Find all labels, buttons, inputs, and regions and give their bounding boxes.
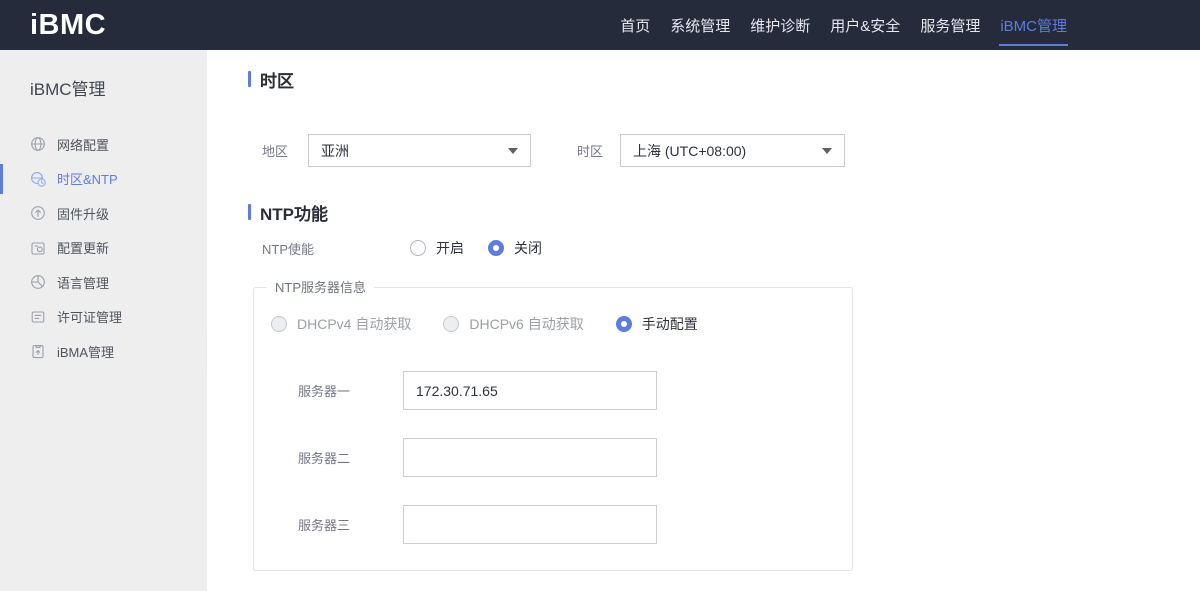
server-two-label: 服务器二 xyxy=(298,451,351,466)
radio-selected-icon xyxy=(615,316,632,332)
license-icon xyxy=(30,309,46,325)
nav-item-ibmc-management[interactable]: iBMC管理 xyxy=(999,0,1068,50)
timezone-select-value: 上海 (UTC+08:00) xyxy=(633,142,747,159)
server-one-label: 服务器一 xyxy=(298,384,351,399)
server-three-row: 服务器三 xyxy=(271,505,852,544)
sidebar-item-firmware-upgrade[interactable]: 固件升级 xyxy=(0,196,207,231)
sidebar-item-label: 时区&NTP xyxy=(57,172,118,188)
timezone-section-title: 时区 xyxy=(248,70,1200,91)
radio-option-label: DHCPv4 自动获取 xyxy=(297,316,412,332)
server-three-label: 服务器三 xyxy=(298,518,351,533)
sidebar-item-config-update[interactable]: 配置更新 xyxy=(0,231,207,266)
radio-selected-icon xyxy=(488,240,504,256)
sidebar-title: iBMC管理 xyxy=(30,80,106,99)
manual-config-option[interactable]: 手动配置 xyxy=(615,314,698,334)
radio-option-label: 开启 xyxy=(436,240,464,256)
ntp-enable-off-option[interactable]: 关闭 xyxy=(488,238,542,258)
sidebar-item-network-config[interactable]: 网络配置 xyxy=(0,127,207,162)
region-select[interactable]: 亚洲 xyxy=(308,134,531,167)
dhcpv4-auto-option: DHCPv4 自动获取 xyxy=(271,314,411,334)
dropdown-caret-icon xyxy=(822,147,832,154)
firmware-upgrade-icon xyxy=(30,205,46,221)
ntp-enable-label: NTP使能 xyxy=(262,241,315,257)
sidebar-item-label: 配置更新 xyxy=(57,241,110,257)
radio-option-label: 关闭 xyxy=(514,240,542,256)
dhcpv6-auto-option: DHCPv6 自动获取 xyxy=(443,314,584,334)
sidebar-item-label: 许可证管理 xyxy=(57,310,123,326)
sidebar-item-license[interactable]: 许可证管理 xyxy=(0,300,207,335)
nav-item-user-security[interactable]: 用户&安全 xyxy=(829,0,901,50)
main-content: 时区 地区 亚洲 时区 上海 (UTC+08:00) NTP功能 NTP使能 开… xyxy=(207,50,1200,591)
ntp-server-info-group: NTP服务器信息 DHCPv4 自动获取 DHCPv6 自动获取 手动配置 服务… xyxy=(253,279,853,571)
timezone-label: 时区 xyxy=(577,144,604,159)
radio-disabled-icon xyxy=(271,316,287,332)
section-title-bar xyxy=(248,204,251,220)
server-two-row: 服务器二 xyxy=(271,438,852,477)
dropdown-caret-icon xyxy=(508,147,518,154)
server-one-input[interactable] xyxy=(403,371,657,410)
timezone-select[interactable]: 上海 (UTC+08:00) xyxy=(620,134,845,167)
app-header: iBMC 首页 系统管理 维护诊断 用户&安全 服务管理 iBMC管理 xyxy=(0,0,1200,50)
ntp-enable-row: NTP使能 开启 关闭 xyxy=(262,238,1200,258)
ntp-server-info-legend: NTP服务器信息 xyxy=(267,279,375,296)
radio-option-label: 手动配置 xyxy=(641,316,698,332)
server-three-input[interactable] xyxy=(403,505,657,544)
section-title-text: 时区 xyxy=(260,71,294,91)
config-update-icon xyxy=(30,240,46,256)
language-icon xyxy=(30,274,46,290)
nav-item-home[interactable]: 首页 xyxy=(619,0,651,50)
sidebar-menu: 网络配置 时区&NTP 固件升级 配置更新 语言管理 许可证管理 iBMA管理 xyxy=(0,127,207,369)
timezone-ntp-icon xyxy=(30,171,46,187)
ntp-enable-on-option[interactable]: 开启 xyxy=(410,238,464,258)
sidebar: iBMC管理 网络配置 时区&NTP 固件升级 配置更新 语言管理 许可证管理 … xyxy=(0,50,207,591)
radio-disabled-icon xyxy=(443,316,460,332)
server-one-row: 服务器一 xyxy=(271,371,852,410)
sidebar-item-label: iBMA管理 xyxy=(57,344,115,360)
ibma-icon xyxy=(30,343,46,359)
sidebar-item-timezone-ntp[interactable]: 时区&NTP xyxy=(0,162,207,197)
timezone-form-row: 地区 亚洲 时区 上海 (UTC+08:00) xyxy=(262,134,1200,167)
sidebar-item-language[interactable]: 语言管理 xyxy=(0,265,207,300)
sidebar-item-ibma[interactable]: iBMA管理 xyxy=(0,334,207,369)
ntp-section-title: NTP功能 xyxy=(248,203,1200,224)
server-two-input[interactable] xyxy=(403,438,657,477)
ntp-server-mode-row: DHCPv4 自动获取 DHCPv6 自动获取 手动配置 xyxy=(271,314,852,334)
section-title-bar xyxy=(248,71,251,87)
app-logo: iBMC xyxy=(30,8,107,41)
sidebar-item-label: 网络配置 xyxy=(57,137,110,153)
network-icon xyxy=(30,136,46,152)
radio-unselected-icon xyxy=(410,240,426,256)
top-nav: 首页 系统管理 维护诊断 用户&安全 服务管理 iBMC管理 xyxy=(619,0,1068,50)
region-label: 地区 xyxy=(262,144,289,159)
region-select-value: 亚洲 xyxy=(321,142,349,159)
sidebar-item-label: 语言管理 xyxy=(57,275,110,291)
section-title-text: NTP功能 xyxy=(260,204,328,224)
nav-item-system[interactable]: 系统管理 xyxy=(669,0,731,50)
ibmc-app: iBMC 首页 系统管理 维护诊断 用户&安全 服务管理 iBMC管理 iBMC… xyxy=(0,0,1200,591)
radio-option-label: DHCPv6 自动获取 xyxy=(469,316,584,332)
nav-item-service[interactable]: 服务管理 xyxy=(919,0,981,50)
sidebar-item-label: 固件升级 xyxy=(57,206,110,222)
nav-item-maintenance[interactable]: 维护诊断 xyxy=(749,0,811,50)
